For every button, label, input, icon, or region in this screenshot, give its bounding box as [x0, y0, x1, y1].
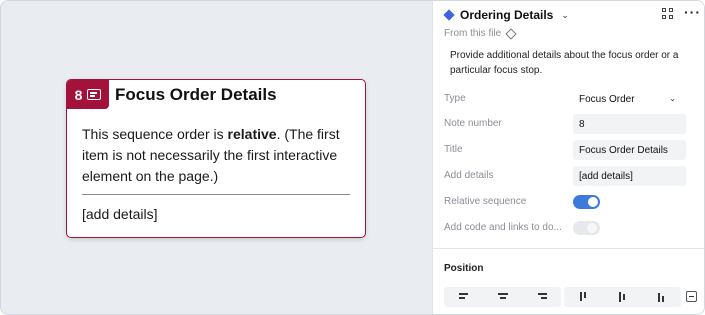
align-middle-icon — [618, 292, 628, 302]
section-divider — [433, 248, 704, 249]
card-title: Focus Order Details — [115, 85, 277, 104]
relative-sequence-toggle[interactable] — [573, 195, 600, 209]
add-details-input[interactable]: [add details] — [573, 166, 686, 186]
focus-order-card[interactable]: 8 Focus Order Details This sequence orde… — [66, 79, 366, 238]
panel-header[interactable]: Ordering Details ⌄ — [443, 7, 569, 23]
distribute-icon[interactable] — [686, 291, 697, 302]
type-select[interactable]: Focus Order ⌄ — [573, 89, 686, 109]
align-right-icon — [537, 292, 547, 302]
card-badge: 8 — [67, 80, 109, 109]
align-right-button[interactable] — [522, 287, 561, 307]
card-body-prefix: This sequence order is — [82, 126, 228, 142]
type-value: Focus Order — [579, 94, 635, 105]
grid-icon[interactable] — [662, 8, 674, 20]
add-code-links-row: Add code and links to do... — [444, 218, 694, 238]
from-file-row[interactable]: From this file — [444, 27, 517, 40]
chevron-down-icon[interactable]: ⌄ — [561, 10, 569, 21]
canvas: 8 Focus Order Details This sequence orde… — [1, 1, 432, 314]
add-code-links-toggle[interactable] — [573, 221, 600, 235]
relative-sequence-row: Relative sequence — [444, 192, 694, 212]
instance-diamond-icon[interactable] — [505, 27, 517, 40]
note-number-row: Note number 8 — [444, 114, 694, 134]
title-label: Title — [444, 144, 463, 155]
vertical-align-group — [564, 287, 681, 307]
card-divider — [82, 194, 350, 195]
align-bottom-button[interactable] — [642, 287, 681, 307]
add-details-row: Add details [add details] — [444, 166, 694, 186]
align-bottom-icon — [657, 292, 667, 302]
align-center-icon — [498, 292, 508, 302]
card-number: 8 — [74, 86, 83, 103]
align-top-button[interactable] — [564, 287, 603, 307]
chevron-down-icon: ⌄ — [669, 94, 676, 103]
more-options-icon[interactable]: ··· — [684, 4, 701, 20]
title-input[interactable]: Focus Order Details — [573, 140, 686, 160]
relative-sequence-label: Relative sequence — [444, 196, 527, 207]
position-title: Position — [444, 263, 484, 274]
type-row: Type Focus Order ⌄ — [444, 89, 694, 109]
card-body: This sequence order is relative. (The fi… — [82, 124, 354, 187]
component-icon — [443, 9, 455, 21]
type-label: Type — [444, 93, 466, 104]
note-number-label: Note number — [444, 118, 502, 129]
card-footer: [add details] — [82, 206, 158, 222]
align-center-button[interactable] — [483, 287, 522, 307]
add-code-links-label: Add code and links to do... — [444, 222, 562, 233]
align-top-icon — [579, 292, 589, 302]
title-row: Title Focus Order Details — [444, 140, 694, 160]
card-body-bold: relative — [227, 126, 277, 142]
app-frame: 8 Focus Order Details This sequence orde… — [0, 0, 705, 315]
note-number-input[interactable]: 8 — [573, 114, 686, 134]
align-left-icon — [459, 292, 469, 302]
align-middle-button[interactable] — [603, 287, 642, 307]
horizontal-align-group — [444, 287, 561, 307]
properties-panel: Ordering Details ⌄ ··· From this file Pr… — [432, 1, 704, 314]
note-icon — [87, 89, 102, 100]
align-left-button[interactable] — [444, 287, 483, 307]
panel-description: Provide additional details about the foc… — [450, 50, 679, 76]
panel-title: Ordering Details — [460, 8, 554, 22]
from-file-label: From this file — [444, 28, 502, 39]
add-details-label: Add details — [444, 170, 494, 181]
